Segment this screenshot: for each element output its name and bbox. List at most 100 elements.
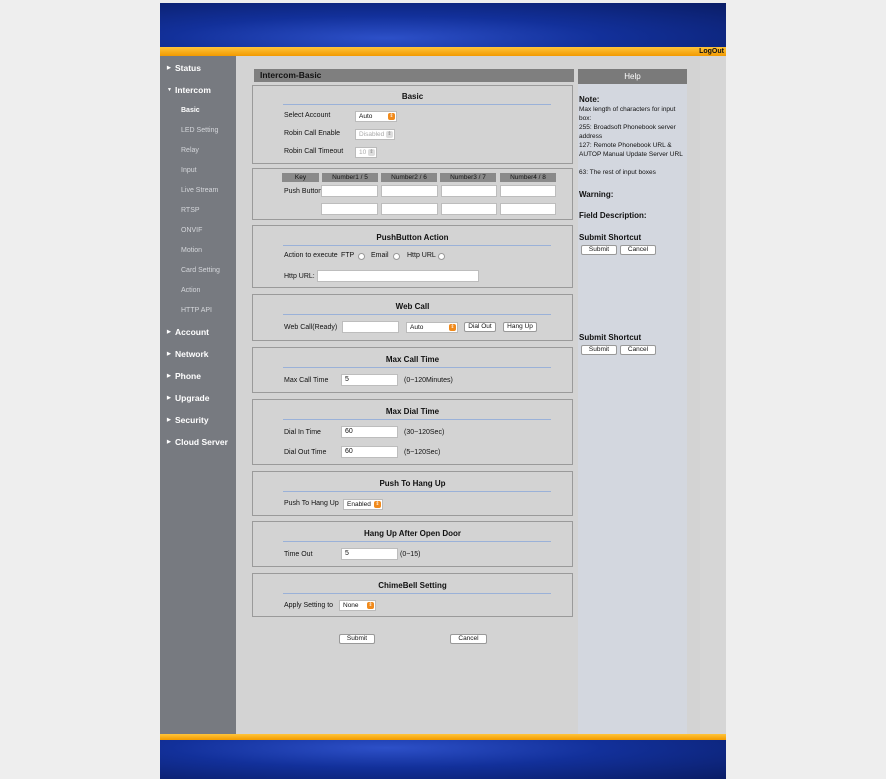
cancel-button[interactable]: Cancel xyxy=(450,634,487,644)
push-to-hang-up-dropdown[interactable]: Enabled ⇕ xyxy=(343,499,383,510)
page-title: Intercom-Basic xyxy=(260,70,322,80)
apply-setting-to-dropdown[interactable]: None ⇕ xyxy=(339,600,376,611)
number1-column-header: Number1 / 5 xyxy=(322,173,378,182)
submit-button[interactable]: Submit xyxy=(339,634,375,644)
triangle-right-icon: ▶ xyxy=(167,395,171,401)
sidebar-item-security[interactable]: ▶ Security xyxy=(160,415,243,425)
push-button-number3-input[interactable] xyxy=(441,185,497,197)
max-call-time-hint: (0~120Minutes) xyxy=(404,377,453,384)
section-hang-up-after-open-door: Hang Up After Open Door xyxy=(252,521,573,567)
help-note-line-3: 127: Remote Phonebook URL & AUTOP Manual… xyxy=(579,142,683,158)
section-divider xyxy=(283,593,551,594)
sidebar-item-upgrade[interactable]: ▶ Upgrade xyxy=(160,393,243,403)
push-button-label: Push Button xyxy=(284,188,323,195)
help-title: Help xyxy=(578,69,687,84)
key-column-header: Key xyxy=(282,173,319,182)
shortcut-submit-button[interactable]: Submit xyxy=(581,245,617,255)
section-title: Max Dial Time xyxy=(385,407,440,416)
help-note-line-4: 63: The rest of input boxes xyxy=(579,169,656,176)
footer-banner xyxy=(160,740,726,779)
sidebar-item-cloud-server[interactable]: ▶ Cloud Server xyxy=(160,437,243,447)
dropdown-arrow-icon: ⇕ xyxy=(386,131,393,138)
section-title: Basic xyxy=(401,92,424,101)
dial-in-time-label: Dial In Time xyxy=(284,429,321,436)
section-divider xyxy=(283,419,551,420)
triangle-right-icon: ▶ xyxy=(167,417,171,423)
web-call-label: Web Call(Ready) xyxy=(284,324,338,331)
dial-out-button[interactable]: Dial Out xyxy=(464,322,496,332)
section-divider xyxy=(283,367,551,368)
web-call-number-input[interactable] xyxy=(342,321,399,333)
logout-link[interactable]: LogOut xyxy=(699,47,724,56)
push-button-number5-input[interactable] xyxy=(321,203,378,215)
dial-in-time-input[interactable]: 60 xyxy=(341,426,398,438)
sidebar-item-network[interactable]: ▶ Network xyxy=(160,349,243,359)
select-account-label: Select Account xyxy=(284,112,331,119)
triangle-right-icon: ▶ xyxy=(167,329,171,335)
shortcut-cancel-button-2[interactable]: Cancel xyxy=(620,345,656,355)
dropdown-arrow-icon: ⇕ xyxy=(368,149,375,156)
robin-call-timeout-dropdown[interactable]: 10 ⇕ xyxy=(355,147,377,158)
section-max-call-time: Max Call Time xyxy=(252,347,573,393)
ftp-radio[interactable] xyxy=(358,253,365,260)
header-banner xyxy=(160,3,726,47)
time-out-label: Time Out xyxy=(284,551,313,558)
push-to-hang-up-label: Push To Hang Up xyxy=(284,500,339,507)
max-call-time-input[interactable]: 5 xyxy=(341,374,398,386)
http-url-radio[interactable] xyxy=(438,253,445,260)
help-note-line-2: 255: Broadsoft Phonebook server address xyxy=(579,124,676,140)
shortcut-cancel-button[interactable]: Cancel xyxy=(620,245,656,255)
dial-out-time-input[interactable]: 60 xyxy=(341,446,398,458)
triangle-right-icon: ▶ xyxy=(167,65,171,71)
push-button-number8-input[interactable] xyxy=(500,203,556,215)
push-button-number1-input[interactable] xyxy=(321,185,378,197)
number3-column-header: Number3 / 7 xyxy=(440,173,496,182)
section-web-call: Web Call xyxy=(252,294,573,341)
section-divider xyxy=(283,314,551,315)
push-button-number6-input[interactable] xyxy=(381,203,438,215)
section-push-to-hang-up: Push To Hang Up xyxy=(252,471,573,516)
push-button-number7-input[interactable] xyxy=(441,203,497,215)
header-orange-bar xyxy=(160,47,726,56)
web-call-account-dropdown[interactable]: Auto ⇕ xyxy=(406,322,458,333)
ftp-label: FTP xyxy=(341,252,355,259)
robin-call-enable-label: Robin Call Enable xyxy=(284,130,341,137)
sidebar-item-intercom[interactable]: ▼ Intercom xyxy=(160,85,243,95)
hang-up-button[interactable]: Hang Up xyxy=(503,322,537,332)
email-radio[interactable] xyxy=(393,253,400,260)
sidebar-item-status[interactable]: ▶ Status xyxy=(160,63,243,73)
time-out-input[interactable]: 5 xyxy=(341,548,398,560)
select-account-dropdown[interactable]: Auto ⇕ xyxy=(355,111,397,122)
time-out-hint: (0~15) xyxy=(400,551,421,558)
http-url-input[interactable] xyxy=(317,270,479,282)
shortcut-submit-button-2[interactable]: Submit xyxy=(581,345,617,355)
page-title-bar: Intercom-Basic xyxy=(254,69,574,82)
http-url-label: Http URL: xyxy=(284,273,315,280)
sidebar-item-phone[interactable]: ▶ Phone xyxy=(160,371,243,381)
section-divider xyxy=(283,541,551,542)
max-call-time-label: Max Call Time xyxy=(284,377,329,384)
section-title: ChimeBell Setting xyxy=(378,581,447,590)
push-button-number4-input[interactable] xyxy=(500,185,556,197)
triangle-right-icon: ▶ xyxy=(167,351,171,357)
help-note-line-1: Max length of characters for input box: xyxy=(579,106,676,122)
sidebar-item-account[interactable]: ▶ Account xyxy=(160,327,243,337)
dropdown-arrow-icon: ⇕ xyxy=(367,602,374,609)
section-divider xyxy=(283,104,551,105)
apply-setting-to-label: Apply Setting to xyxy=(284,602,334,609)
help-warning-heading: Warning: xyxy=(579,190,614,199)
section-title: Max Call Time xyxy=(385,355,440,364)
help-submit-shortcut-heading-2: Submit Shortcut xyxy=(579,333,642,342)
robin-call-enable-dropdown[interactable]: Disabled ⇕ xyxy=(355,129,395,140)
section-divider xyxy=(283,245,551,246)
http-url-option-label: Http URL xyxy=(407,252,436,259)
help-submit-shortcut-heading: Submit Shortcut xyxy=(579,233,642,242)
section-title: Hang Up After Open Door xyxy=(363,529,462,538)
number4-column-header: Number4 / 8 xyxy=(500,173,556,182)
action-to-execute-label: Action to execute xyxy=(284,252,338,259)
dropdown-arrow-icon: ⇕ xyxy=(374,501,381,508)
triangle-right-icon: ▶ xyxy=(167,373,171,379)
help-note-heading: Note: xyxy=(579,95,600,104)
triangle-down-icon: ▼ xyxy=(167,87,172,93)
push-button-number2-input[interactable] xyxy=(381,185,438,197)
